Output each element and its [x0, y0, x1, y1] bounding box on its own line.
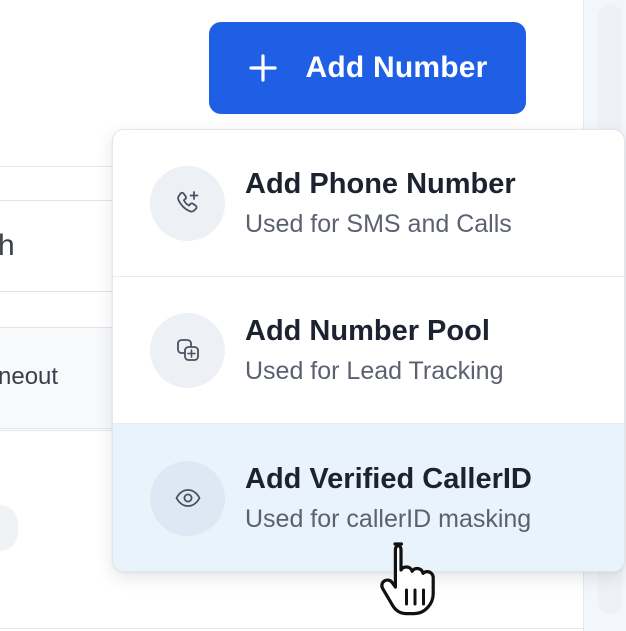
- add-number-dropdown: Add Phone Number Used for SMS and Calls …: [112, 129, 625, 572]
- table-divider: [0, 166, 112, 167]
- background-input-field[interactable]: [0, 200, 126, 292]
- menu-item-subtitle: Used for Lead Tracking: [245, 357, 504, 385]
- menu-item-add-number-pool[interactable]: Add Number Pool Used for Lead Tracking: [113, 277, 624, 424]
- menu-item-text: Add Phone Number Used for SMS and Calls: [245, 165, 516, 241]
- bottom-divider: [0, 628, 583, 629]
- background-select-text: neout: [0, 363, 59, 390]
- menu-item-subtitle: Used for callerID masking: [245, 505, 532, 533]
- background-pill[interactable]: [0, 505, 18, 551]
- hand-pointer-cursor-icon: [373, 538, 453, 618]
- menu-item-add-verified-callerid[interactable]: Add Verified CallerID Used for callerID …: [113, 424, 624, 571]
- menu-item-title: Add Phone Number: [245, 168, 516, 200]
- number-pool-icon: [150, 312, 225, 388]
- menu-item-text: Add Verified CallerID Used for callerID …: [245, 460, 532, 536]
- menu-item-title: Add Verified CallerID: [245, 463, 532, 495]
- menu-item-text: Add Number Pool Used for Lead Tracking: [245, 312, 503, 388]
- eye-icon: [150, 460, 225, 536]
- add-number-label: Add Number: [305, 51, 488, 84]
- table-divider: [0, 430, 112, 431]
- add-number-button[interactable]: Add Number: [209, 22, 526, 114]
- phone-plus-icon: [150, 165, 225, 241]
- plus-icon: [248, 53, 278, 83]
- menu-item-subtitle: Used for SMS and Calls: [245, 210, 512, 238]
- menu-item-add-phone-number[interactable]: Add Phone Number Used for SMS and Calls: [113, 130, 624, 277]
- menu-item-title: Add Number Pool: [245, 315, 490, 347]
- background-field-text: h: [0, 229, 15, 262]
